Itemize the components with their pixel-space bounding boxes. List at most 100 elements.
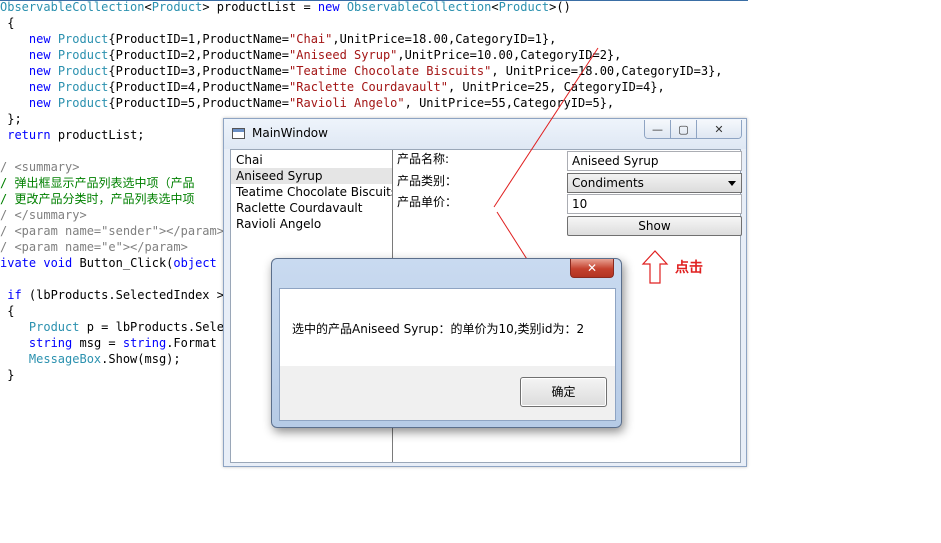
code-line: MessageBox.Show(msg);	[0, 351, 181, 367]
code-token: Product	[151, 0, 203, 14]
product-name-label: 产品名称:	[397, 152, 450, 166]
code-token: ivate	[0, 256, 37, 270]
dropdown-arrow-icon[interactable]	[728, 181, 736, 186]
category-combobox[interactable]: Condiments	[567, 173, 742, 193]
code-token: }	[0, 368, 15, 382]
code-line: new Product{ProductID=5,ProductName="Rav…	[0, 95, 614, 111]
code-token: /	[0, 224, 15, 238]
code-token: new	[28, 80, 51, 94]
code-token: ObservableCollection	[0, 0, 145, 14]
maximize-button[interactable]: ▢	[671, 120, 697, 138]
code-token: {ProductID=4,ProductName=	[108, 80, 290, 94]
close-button[interactable]: ✕	[697, 120, 741, 138]
code-token: p = lbProducts.Sele	[79, 320, 224, 334]
ok-button[interactable]: 确定	[520, 377, 607, 407]
code-token: Product	[57, 96, 109, 110]
code-line: new Product{ProductID=4,ProductName="Rac…	[0, 79, 665, 95]
category-combobox-value: Condiments	[572, 176, 644, 190]
code-token: new	[28, 96, 51, 110]
code-token: <	[144, 0, 152, 14]
code-line: {	[0, 15, 14, 31]
code-token: ,UnitPrice=18.00,CategoryID=1},	[332, 32, 557, 46]
code-line: ivate void Button_Click(object se	[0, 255, 238, 271]
product-price-field[interactable]: 10	[567, 194, 742, 214]
code-token: , UnitPrice=18.00,CategoryID=3},	[491, 64, 723, 78]
code-token: > productList =	[202, 0, 318, 14]
code-token: /	[0, 208, 15, 222]
code-line: if (lbProducts.SelectedIndex >	[0, 287, 224, 303]
code-token: <param name="sender"></param>	[14, 224, 224, 238]
code-token: "Teatime Chocolate Biscuits"	[289, 64, 492, 78]
code-token: {	[0, 304, 15, 318]
code-token: msg =	[72, 336, 123, 350]
code-token: string	[122, 336, 167, 350]
annotation-click-label: 点击	[675, 260, 703, 276]
code-token: void	[43, 256, 73, 270]
message-box: ✕ 选中的产品Aniseed Syrup：的单价为10,类别id为：2 确定	[271, 258, 622, 428]
message-box-content: 选中的产品Aniseed Syrup：的单价为10,类别id为：2	[280, 289, 615, 366]
code-token: if	[7, 288, 22, 302]
code-token: Product	[57, 64, 109, 78]
show-button[interactable]: Show	[567, 216, 742, 236]
window-controls: — ▢ ✕	[644, 120, 742, 139]
product-list-item[interactable]: Chai	[231, 152, 392, 168]
code-line: new Product{ProductID=1,ProductName="Cha…	[0, 31, 556, 47]
code-token: new	[28, 64, 51, 78]
code-token: ,UnitPrice=10.00,CategoryID=2},	[397, 48, 622, 62]
code-token: >()	[549, 0, 571, 14]
code-token: "Chai"	[289, 32, 333, 46]
code-line: Product p = lbProducts.Sele	[0, 319, 224, 335]
code-token: new	[28, 32, 51, 46]
message-box-close-button[interactable]: ✕	[570, 259, 614, 278]
code-line: }	[0, 367, 14, 383]
code-line: string msg = string.Format	[0, 335, 217, 351]
message-text: 选中的产品Aniseed Syrup：的单价为10,类别id为：2	[292, 322, 585, 336]
code-token: (lbProducts.SelectedIndex >	[21, 288, 224, 302]
code-token: MessageBox	[28, 352, 102, 366]
code-token: productList;	[50, 128, 145, 142]
product-list-item[interactable]: Teatime Chocolate Biscuits	[231, 184, 392, 200]
code-line: ObservableCollection<Product> productLis…	[0, 0, 571, 15]
code-token: {ProductID=3,ProductName=	[108, 64, 290, 78]
code-token: ObservableCollection	[346, 0, 492, 14]
code-line: return productList;	[0, 127, 145, 143]
code-line: / <summary>	[0, 159, 79, 175]
code-line: {	[0, 303, 14, 319]
code-token: string	[28, 336, 73, 350]
code-token: {ProductID=1,ProductName=	[108, 32, 290, 46]
code-token: "Ravioli Angelo"	[289, 96, 405, 110]
code-line: / </summary>	[0, 207, 87, 223]
code-token: "Aniseed Syrup"	[289, 48, 398, 62]
code-token: .Format	[166, 336, 217, 350]
code-token: Button_Click(	[72, 256, 174, 270]
code-line: new Product{ProductID=3,ProductName="Tea…	[0, 63, 723, 79]
main-window-titlebar[interactable]: MainWindow — ▢ ✕	[224, 119, 746, 149]
code-token: <summary>	[14, 160, 80, 174]
product-list-item[interactable]: Raclette Courdavault	[231, 200, 392, 216]
code-line: / 更改产品分类时，产品列表选中项	[0, 191, 194, 207]
code-token: , UnitPrice=25, CategoryID=4},	[447, 80, 665, 94]
code-token: return	[7, 128, 51, 142]
code-token: /	[0, 160, 15, 174]
code-token: };	[0, 112, 22, 126]
product-category-label: 产品类别：	[397, 174, 458, 188]
window-icon	[232, 128, 245, 139]
minimize-button[interactable]: —	[645, 120, 671, 138]
product-name-field[interactable]: Aniseed Syrup	[567, 151, 742, 171]
product-list-item[interactable]: Aniseed Syrup	[231, 168, 392, 184]
code-token: / 弹出框显示产品列表选中项（产品	[0, 176, 195, 190]
message-box-body: 选中的产品Aniseed Syrup：的单价为10,类别id为：2 确定	[279, 288, 616, 421]
code-token: object	[173, 256, 217, 270]
code-token: Product	[498, 0, 550, 14]
product-list-item[interactable]: Ravioli Angelo	[231, 216, 392, 232]
